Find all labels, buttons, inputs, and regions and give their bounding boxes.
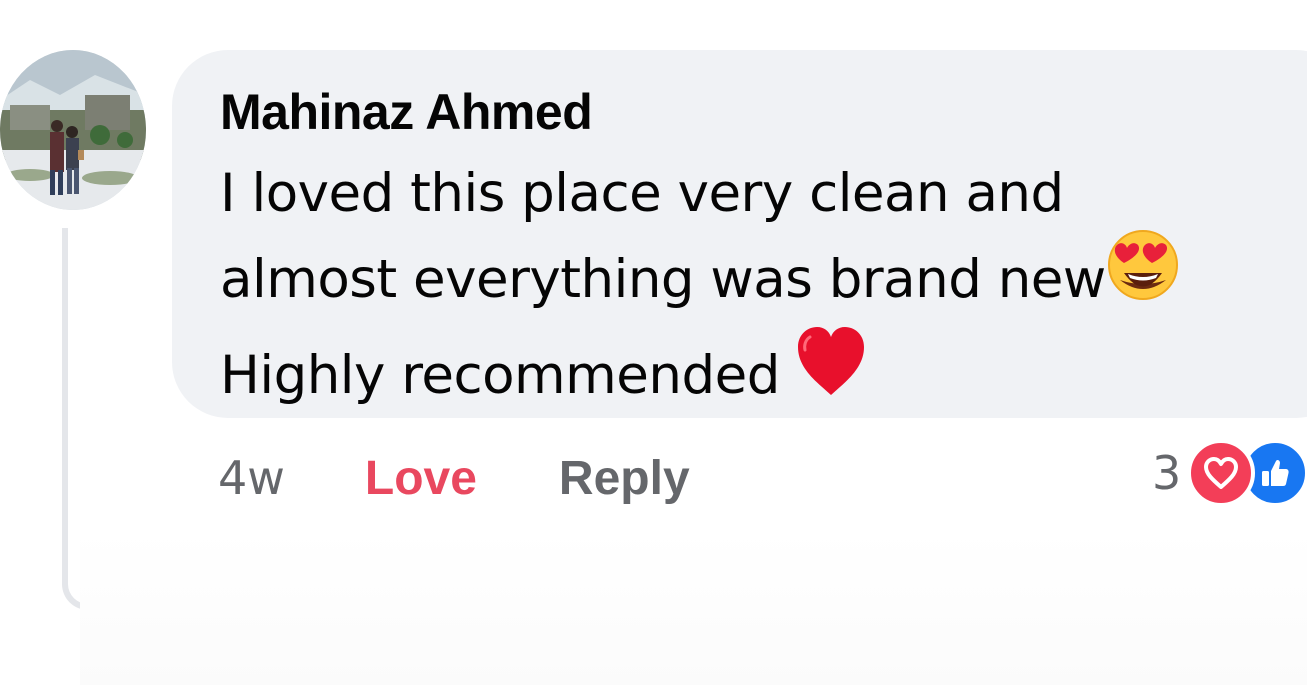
red-heart-emoji-icon bbox=[796, 325, 866, 420]
reply-button[interactable]: Reply bbox=[559, 451, 690, 506]
comment-text-line: Highly recommended bbox=[220, 327, 1307, 426]
comment-text-line: almost everything was brand new bbox=[220, 230, 1307, 331]
avatar[interactable] bbox=[0, 50, 146, 210]
comment-text: I loved this place very clean and almost… bbox=[220, 154, 1307, 426]
comment-text-line-3: Highly recommended bbox=[220, 345, 780, 407]
love-reaction-icon bbox=[1187, 439, 1256, 507]
love-button[interactable]: Love bbox=[365, 451, 477, 506]
comment-bubble: Mahinaz Ahmed I loved this place very cl… bbox=[172, 50, 1307, 418]
comment-thread: Mahinaz Ahmed I loved this place very cl… bbox=[0, 0, 1307, 685]
reaction-count: 3 bbox=[1152, 446, 1182, 500]
avatar-photo bbox=[0, 50, 146, 210]
comment-text-line-2: almost everything was brand new bbox=[220, 249, 1106, 311]
lower-blank-area bbox=[80, 530, 1307, 685]
comment-text-line-1: I loved this place very clean and bbox=[220, 163, 1064, 224]
comment-timestamp[interactable]: 4w bbox=[218, 451, 285, 505]
comment-author-name[interactable]: Mahinaz Ahmed bbox=[220, 80, 1307, 144]
heart-eyes-emoji-icon bbox=[1106, 228, 1180, 325]
comment-text-line: I loved this place very clean and bbox=[220, 154, 1307, 234]
comment-actions: 4w Love Reply bbox=[218, 446, 690, 510]
reaction-summary[interactable]: 3 bbox=[1152, 439, 1307, 507]
